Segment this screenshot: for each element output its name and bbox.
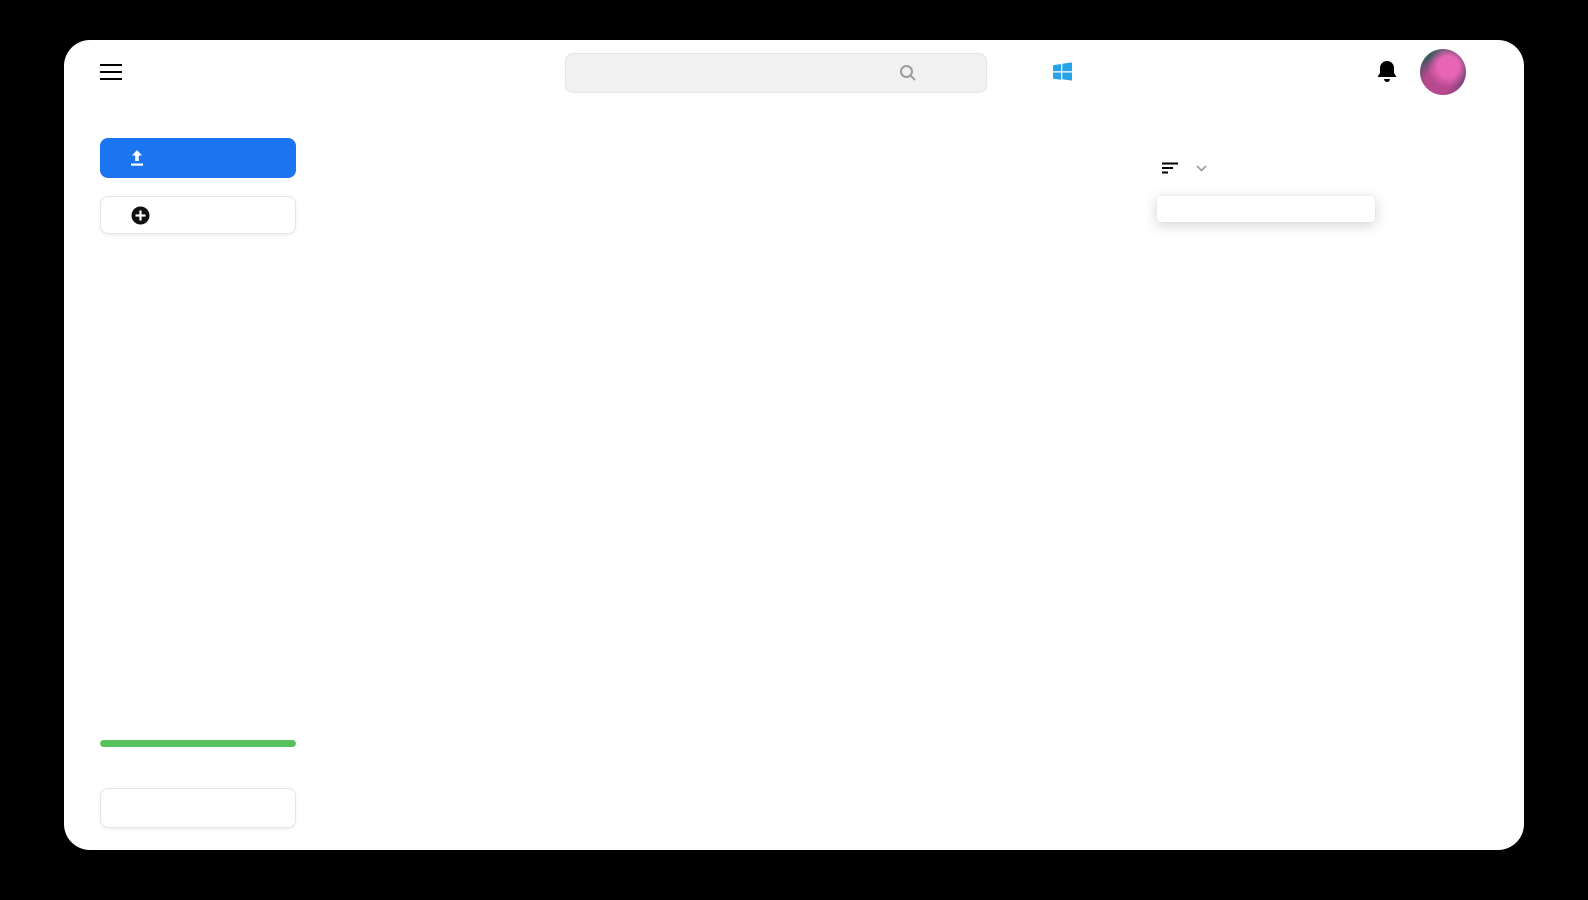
storage-progress-bar <box>100 740 296 747</box>
sort-icon <box>1162 162 1178 174</box>
create-button[interactable] <box>100 196 296 234</box>
toolbar <box>1162 162 1235 174</box>
search-icon <box>899 64 917 82</box>
search-box[interactable] <box>565 53 987 93</box>
sort-control[interactable] <box>1162 162 1207 174</box>
plus-icon <box>131 206 150 225</box>
notifications-bell-icon[interactable] <box>1376 60 1398 84</box>
storage-progress-fill <box>100 740 296 747</box>
buy-space-button[interactable] <box>100 788 296 828</box>
menu-hamburger-icon[interactable] <box>100 63 122 81</box>
chevron-down-icon <box>1196 165 1207 172</box>
windows-icon <box>1052 61 1073 82</box>
install-disk-button[interactable] <box>1052 61 1083 82</box>
upload-button[interactable] <box>100 138 296 178</box>
storage-widget <box>100 740 296 756</box>
search-input[interactable] <box>635 63 889 83</box>
user-avatar[interactable] <box>1420 49 1466 95</box>
sort-dropdown-menu <box>1157 196 1375 222</box>
upload-icon <box>128 149 146 167</box>
app-window <box>64 40 1524 850</box>
